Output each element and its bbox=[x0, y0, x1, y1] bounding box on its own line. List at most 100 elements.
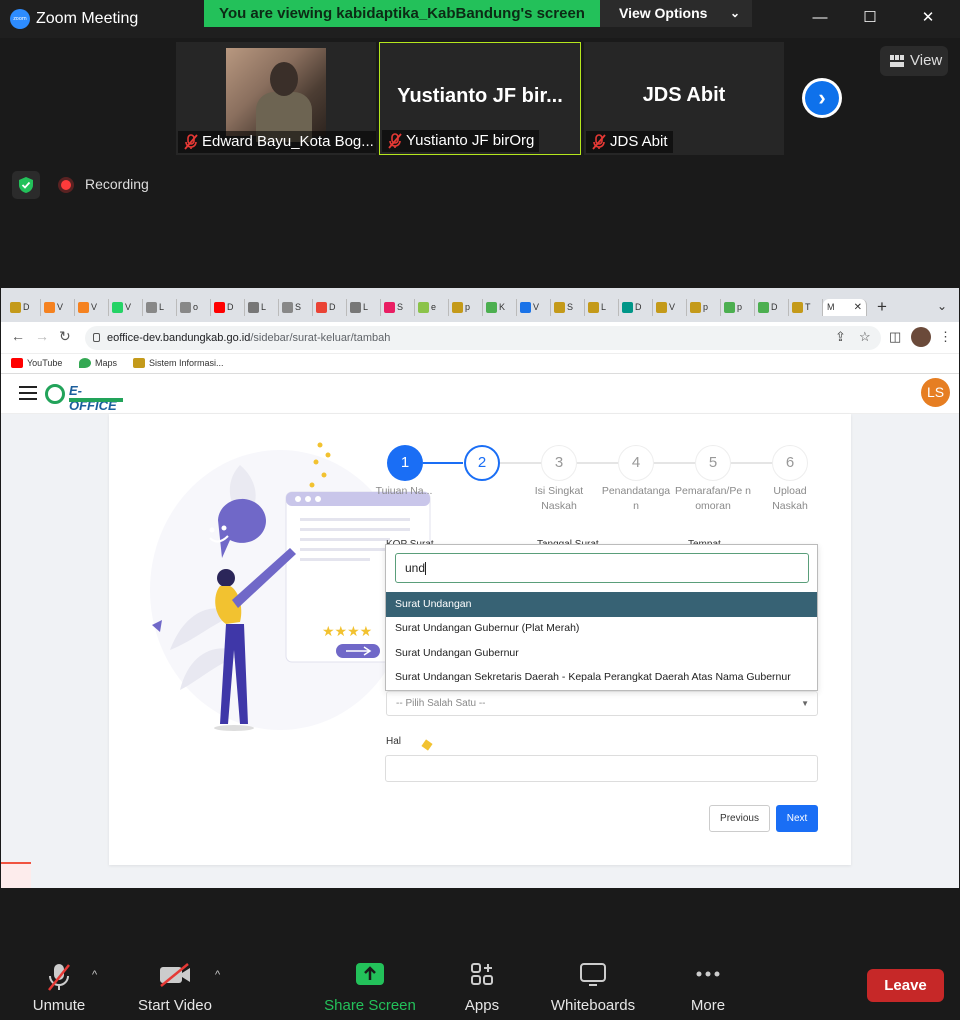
dropdown-option[interactable]: Surat Undangan bbox=[386, 592, 817, 617]
laravel-debug-icon[interactable] bbox=[1, 862, 31, 888]
chevron-down-icon: ⌄ bbox=[729, 6, 740, 20]
audio-options-caret[interactable]: ^ bbox=[92, 969, 97, 981]
browser-tab[interactable]: V bbox=[517, 299, 551, 316]
browser-tab[interactable]: V bbox=[41, 299, 75, 316]
side-panel-icon[interactable]: ◫ bbox=[889, 329, 901, 345]
tab-title: D bbox=[227, 302, 234, 312]
browser-tab[interactable]: p bbox=[449, 299, 483, 316]
step-2-circle[interactable]: 2 bbox=[464, 445, 500, 481]
tab-search-icon[interactable]: ⌄ bbox=[937, 299, 947, 313]
tab-favicon-icon bbox=[520, 302, 531, 313]
more-label: More bbox=[690, 997, 726, 1014]
previous-button[interactable]: Previous bbox=[709, 805, 770, 832]
forward-icon[interactable]: → bbox=[35, 328, 49, 344]
chrome-menu-icon[interactable]: ⋮ bbox=[939, 329, 952, 345]
back-icon[interactable]: ← bbox=[11, 328, 25, 344]
browser-tab[interactable]: L bbox=[585, 299, 619, 316]
browser-tab[interactable]: p bbox=[721, 299, 755, 316]
bookmark-maps[interactable]: Maps bbox=[79, 358, 117, 368]
step-1-circle[interactable]: 1 bbox=[387, 445, 423, 481]
url-input[interactable]: eoffice-dev.bandungkab.go.id/sidebar/sur… bbox=[85, 326, 881, 350]
step-connector bbox=[654, 462, 695, 464]
browser-tab[interactable]: p bbox=[687, 299, 721, 316]
browser-tab[interactable]: D bbox=[7, 299, 41, 316]
bookmark-sistem-informasi[interactable]: Sistem Informasi... bbox=[133, 358, 224, 368]
view-options-button[interactable]: View Options ⌄ bbox=[600, 0, 752, 27]
hamburger-menu-icon[interactable] bbox=[19, 386, 37, 400]
tab-title: e bbox=[431, 302, 437, 312]
browser-tab[interactable]: K bbox=[483, 299, 517, 316]
browser-tab-active[interactable]: M ✕ bbox=[823, 299, 867, 316]
browser-tab[interactable]: D bbox=[755, 299, 789, 316]
dropdown-option[interactable]: Surat Undangan Gubernur bbox=[386, 641, 817, 666]
bookmark-youtube[interactable]: YouTube bbox=[11, 358, 62, 368]
bookmark-star-icon[interactable]: ☆ bbox=[859, 329, 871, 345]
browser-tab[interactable]: D bbox=[313, 299, 347, 316]
leave-button[interactable]: Leave bbox=[867, 969, 944, 1002]
browser-tab[interactable]: S bbox=[551, 299, 585, 316]
window-title: Zoom Meeting bbox=[36, 10, 139, 27]
recording-status: Recording bbox=[85, 176, 149, 192]
step-4-circle[interactable]: 4 bbox=[618, 445, 654, 481]
video-options-caret[interactable]: ^ bbox=[215, 969, 220, 981]
browser-tab[interactable]: o bbox=[177, 299, 211, 316]
participant-video bbox=[226, 48, 326, 142]
security-shield-icon[interactable] bbox=[12, 171, 40, 199]
next-button[interactable]: Next bbox=[776, 805, 818, 832]
step-6-circle[interactable]: 6 bbox=[772, 445, 808, 481]
unmute-label: Unmute bbox=[32, 997, 86, 1014]
minimize-icon[interactable]: — bbox=[810, 8, 830, 28]
step-3-circle[interactable]: 3 bbox=[541, 445, 577, 481]
step-connector bbox=[423, 462, 463, 464]
maximize-icon[interactable]: ☐ bbox=[860, 8, 880, 28]
browser-tab[interactable]: L bbox=[143, 299, 177, 316]
tab-favicon-icon bbox=[180, 302, 191, 313]
close-tab-icon[interactable]: ✕ bbox=[854, 299, 862, 316]
unmute-button[interactable]: Unmute bbox=[20, 940, 98, 1020]
whiteboards-button[interactable]: Whiteboards bbox=[546, 940, 640, 1020]
browser-tab[interactable]: D bbox=[619, 299, 653, 316]
participant-tile-yustianto[interactable]: Yustianto JF bir... Yustianto JF birOrg bbox=[379, 42, 581, 155]
browser-tab[interactable]: L bbox=[245, 299, 279, 316]
dropdown-search-input[interactable]: und bbox=[395, 553, 809, 583]
browser-tab[interactable]: e bbox=[415, 299, 449, 316]
participant-tile-edward[interactable]: Edward Bayu_Kota Bog... bbox=[176, 42, 376, 155]
participant-name: JDS Abit bbox=[610, 133, 668, 150]
share-icon[interactable]: ⇪ bbox=[835, 329, 846, 345]
apps-button[interactable]: Apps bbox=[456, 940, 508, 1020]
more-button[interactable]: More bbox=[680, 940, 736, 1020]
browser-tab[interactable]: V bbox=[653, 299, 687, 316]
mic-muted-icon bbox=[184, 134, 198, 150]
browser-tab[interactable]: D bbox=[211, 299, 245, 316]
dropdown-option[interactable]: Surat Undangan Sekretaris Daerah - Kepal… bbox=[386, 665, 817, 690]
dropdown-option[interactable]: Surat Undangan Gubernur (Plat Merah) bbox=[386, 616, 817, 641]
start-video-button[interactable]: Start Video bbox=[132, 940, 218, 1020]
tab-title: M bbox=[827, 302, 835, 312]
new-tab-icon[interactable]: + bbox=[877, 297, 887, 317]
participant-tile-jds[interactable]: JDS Abit JDS Abit bbox=[584, 42, 784, 155]
browser-tab[interactable]: T bbox=[789, 299, 823, 316]
user-avatar[interactable]: LS bbox=[921, 378, 950, 407]
tab-title: D bbox=[771, 302, 778, 312]
browser-tab[interactable]: V bbox=[75, 299, 109, 316]
share-screen-button[interactable]: Share Screen bbox=[322, 940, 418, 1020]
tab-favicon-icon bbox=[316, 302, 327, 313]
browser-tab[interactable]: S bbox=[381, 299, 415, 316]
reload-icon[interactable]: ↻ bbox=[59, 328, 71, 345]
mic-muted-icon bbox=[592, 134, 606, 150]
browser-tab[interactable]: L bbox=[347, 299, 381, 316]
hal-label: Hal bbox=[386, 736, 402, 747]
hal-input[interactable] bbox=[385, 755, 818, 782]
tab-title: S bbox=[567, 302, 574, 312]
close-icon[interactable]: ✕ bbox=[918, 8, 938, 28]
tab-title: V bbox=[91, 302, 98, 312]
step-5-circle[interactable]: 5 bbox=[695, 445, 731, 481]
chrome-profile-avatar[interactable] bbox=[911, 327, 931, 347]
lock-icon bbox=[93, 333, 100, 342]
jenis-naskah-select[interactable]: -- Pilih Salah Satu -- ▼ bbox=[386, 691, 818, 716]
next-participants-button[interactable]: › bbox=[802, 78, 842, 118]
eoffice-logo: E-OFFICE bbox=[45, 380, 125, 413]
browser-tab[interactable]: V bbox=[109, 299, 143, 316]
view-layout-button[interactable]: View bbox=[880, 46, 948, 76]
browser-tab[interactable]: S bbox=[279, 299, 313, 316]
